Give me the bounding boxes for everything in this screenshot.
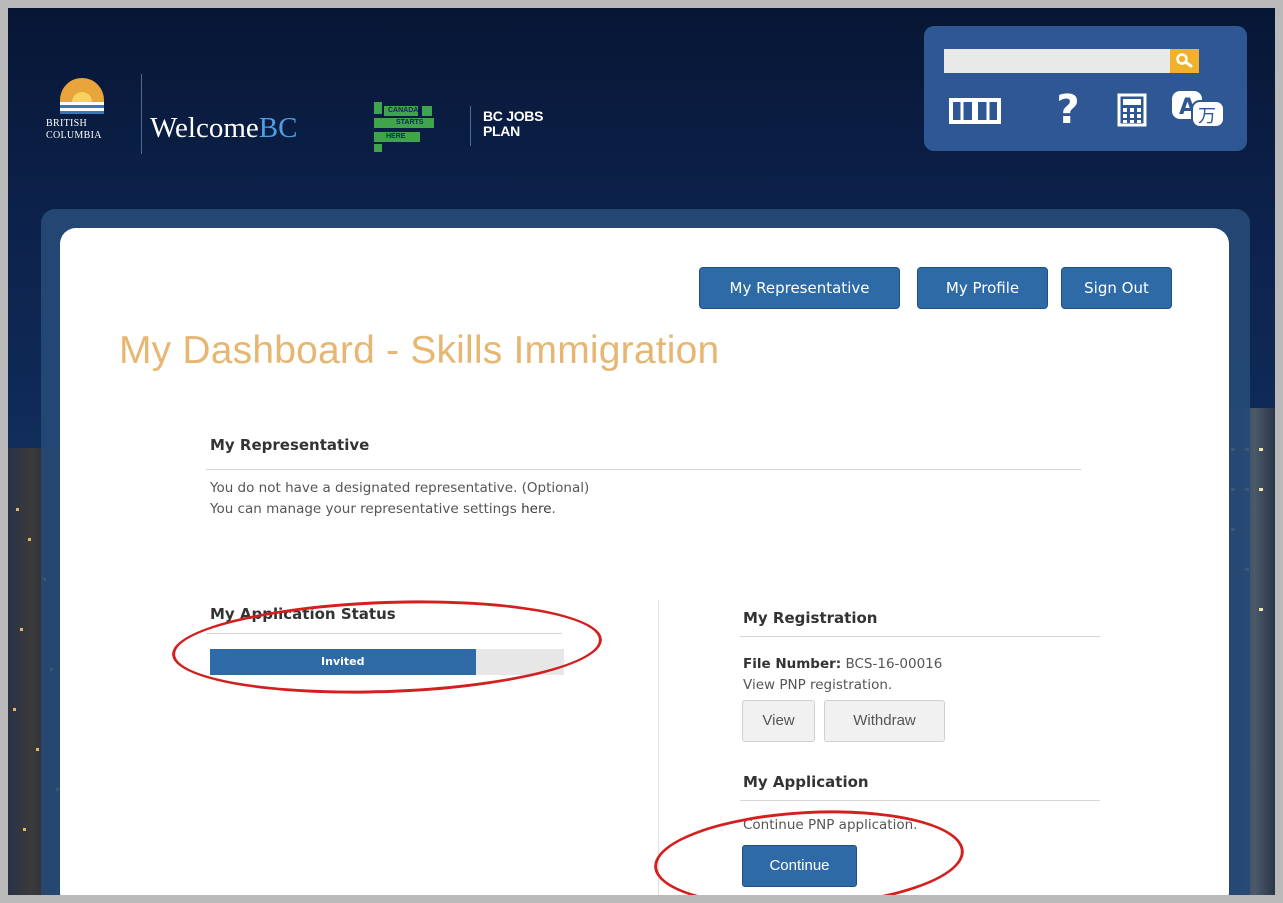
help-icon[interactable]: ? — [1048, 87, 1088, 133]
application-status-progress: Invited — [210, 649, 564, 675]
view-button[interactable]: View — [742, 700, 815, 742]
application-text: Continue PNP application. — [743, 817, 918, 833]
browser-frame: BRITISH COLUMBIA WelcomeBC CANADA STARTS… — [8, 8, 1275, 895]
application-heading: My Application — [743, 773, 869, 791]
representative-line1: You do not have a designated representat… — [210, 480, 590, 496]
representative-line2-prefix: You can manage your representative setti… — [210, 501, 522, 517]
representative-line2-suffix: . — [551, 501, 556, 517]
canada-starts-here-logo[interactable]: CANADA STARTS HERE — [374, 94, 464, 154]
representative-heading: My Representative — [210, 436, 370, 454]
my-representative-button[interactable]: My Representative — [699, 267, 900, 309]
application-status-heading: My Application Status — [210, 605, 396, 623]
bcjobs-line2: PLAN — [483, 123, 520, 139]
representative-rule — [206, 469, 1081, 470]
file-number-value: BCS-16-00016 — [841, 656, 943, 672]
application-status-rule — [206, 633, 562, 634]
bc-logo-line1: BRITISH — [46, 118, 87, 129]
bc-government-logo[interactable]: BRITISH COLUMBIA — [46, 78, 146, 168]
translate-icon[interactable]: A 万 — [1166, 88, 1232, 132]
search-button[interactable] — [1170, 49, 1199, 73]
dashboard-card: My Representative My Profile Sign Out My… — [60, 228, 1229, 895]
bc-logo-line2: COLUMBIA — [46, 130, 102, 141]
file-number-label: File Number: — [743, 656, 842, 672]
column-divider — [658, 600, 659, 895]
welcome-text: Welcome — [150, 112, 259, 144]
application-rule — [740, 800, 1100, 801]
tools-panel: ? A 万 — [924, 26, 1247, 151]
representative-settings-link[interactable]: here — [521, 501, 551, 517]
continue-button[interactable]: Continue — [742, 845, 857, 887]
site-header: BRITISH COLUMBIA WelcomeBC CANADA STARTS… — [8, 8, 1275, 208]
header-divider — [141, 74, 142, 154]
withdraw-button[interactable]: Withdraw — [824, 700, 945, 742]
page-title: My Dashboard - Skills Immigration — [119, 329, 720, 372]
registration-text: File Number: BCS-16-00016 View PNP regis… — [743, 654, 942, 696]
registration-heading: My Registration — [743, 609, 878, 627]
calculator-icon[interactable] — [1112, 88, 1152, 132]
welcomebc-logo[interactable]: WelcomeBC — [150, 112, 297, 145]
svg-text:万: 万 — [1198, 106, 1216, 127]
sign-out-button[interactable]: Sign Out — [1061, 267, 1172, 309]
book-icon[interactable] — [946, 88, 1004, 132]
bcjobs-line1: BC JOBS — [483, 108, 544, 124]
progress-fill: Invited — [210, 649, 476, 675]
my-profile-button[interactable]: My Profile — [917, 267, 1048, 309]
water-icon — [60, 102, 104, 114]
search-icon — [1176, 53, 1193, 68]
representative-text: You do not have a designated representat… — [210, 478, 589, 520]
search-input[interactable] — [944, 49, 1170, 73]
csh-line2: STARTS — [396, 119, 424, 126]
csh-line1: CANADA — [388, 107, 419, 114]
sun-icon — [60, 78, 104, 102]
registration-rule — [740, 636, 1100, 637]
view-registration-text: View PNP registration. — [743, 677, 893, 693]
csh-line3: HERE — [386, 133, 406, 140]
file-number-line: File Number: BCS-16-00016 — [743, 654, 942, 675]
bc-text: BC — [258, 112, 298, 144]
representative-line2: You can manage your representative setti… — [210, 499, 589, 520]
bc-logo-text: BRITISH COLUMBIA — [46, 118, 102, 142]
header-divider-2 — [470, 106, 471, 146]
bc-jobs-plan-logo[interactable]: BC JOBS PLAN — [483, 109, 543, 139]
